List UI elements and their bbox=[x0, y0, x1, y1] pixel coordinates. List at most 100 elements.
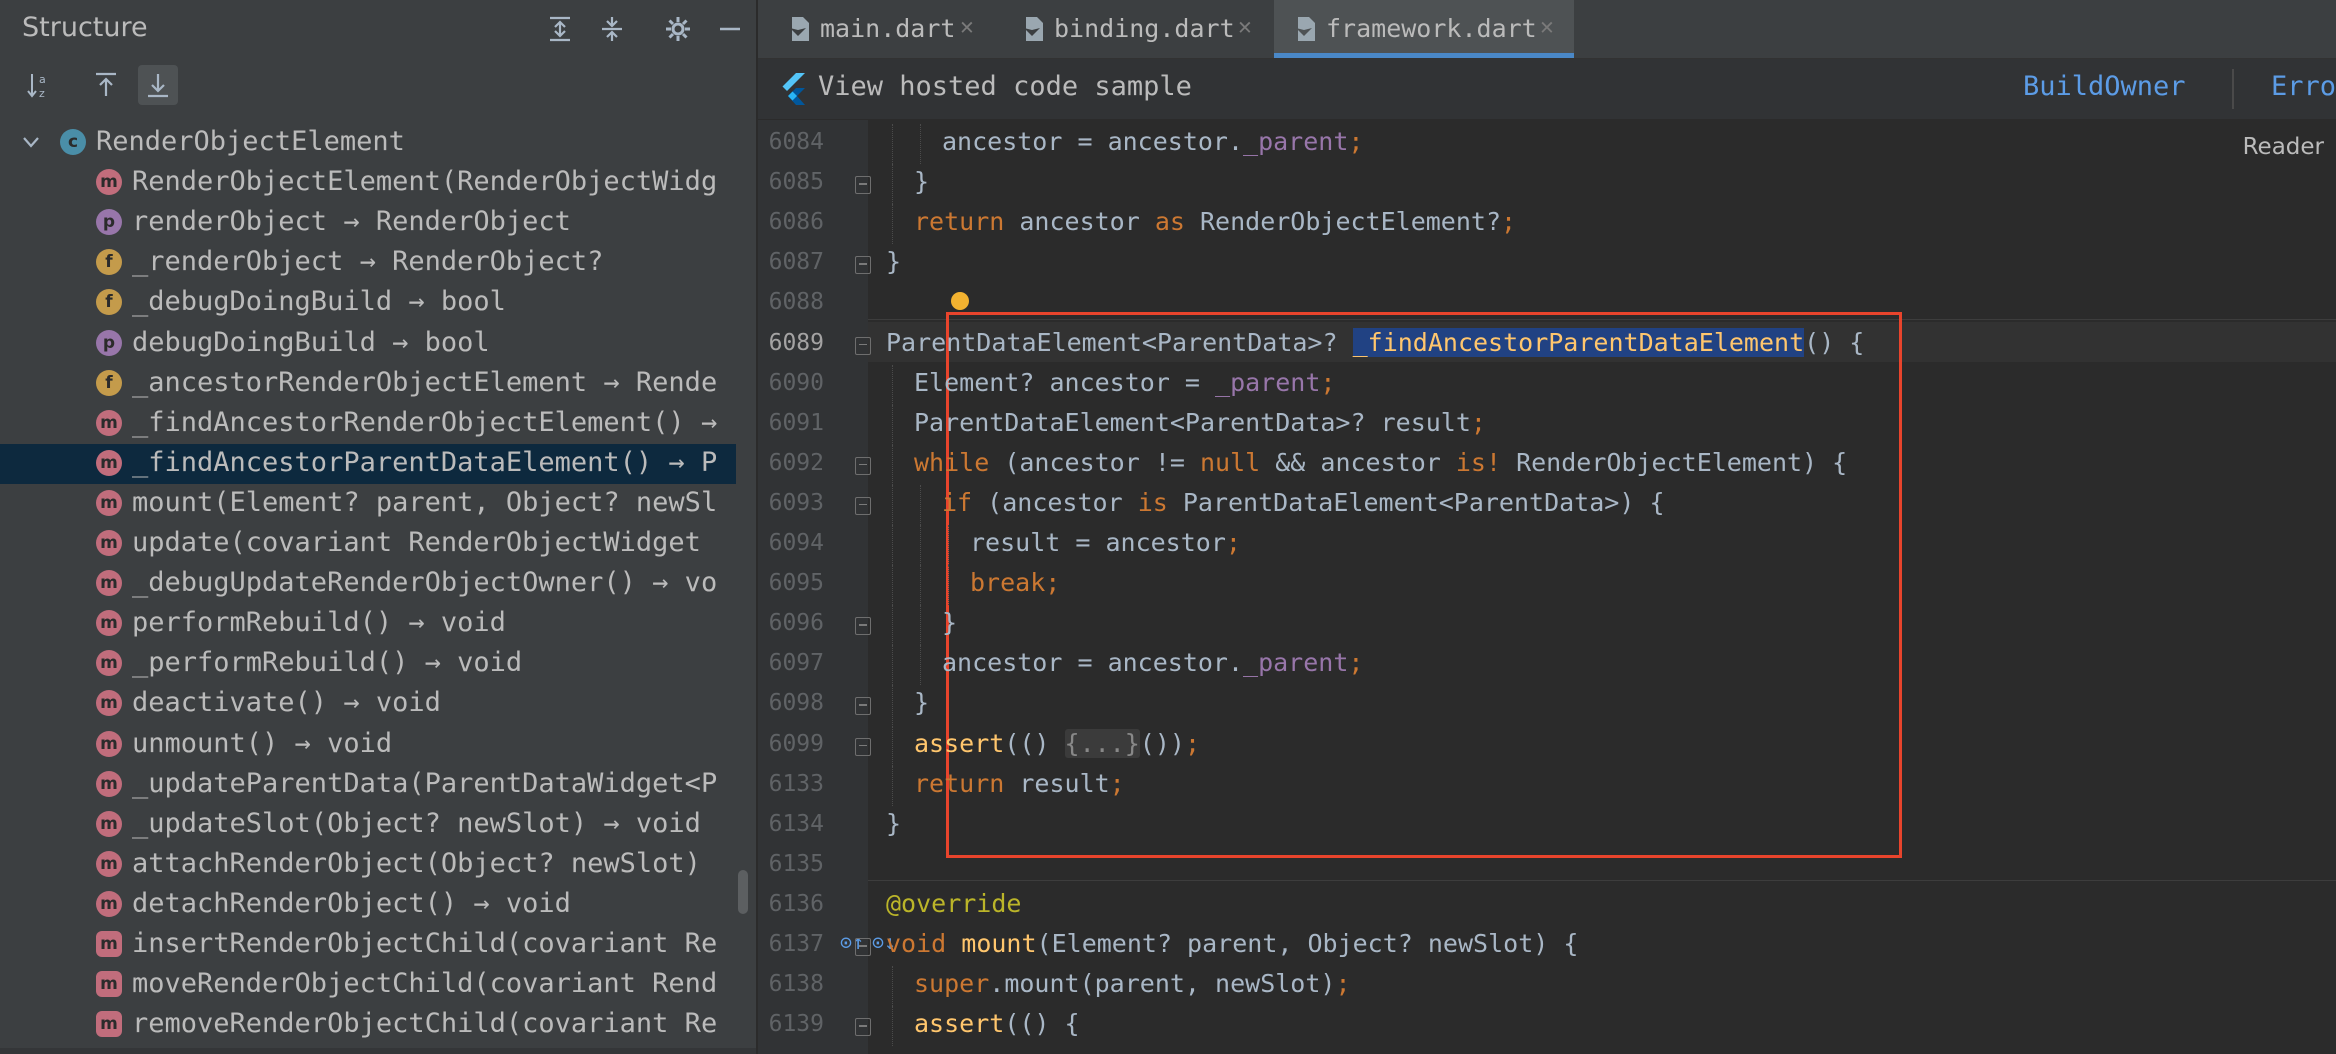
code-line[interactable]: } bbox=[914, 688, 929, 717]
structure-hscrollbar[interactable] bbox=[0, 1048, 756, 1054]
tree-item-label: renderObject → RenderObject bbox=[132, 206, 571, 238]
code-line[interactable]: } bbox=[942, 608, 957, 637]
collapse-all-icon[interactable] bbox=[594, 11, 630, 47]
indent-guide bbox=[948, 565, 950, 606]
lightbulb-icon[interactable] bbox=[951, 292, 969, 310]
show-inherited-icon[interactable] bbox=[86, 65, 126, 105]
method-icon: m bbox=[96, 730, 122, 757]
code-line[interactable]: ancestor = ancestor._parent; bbox=[942, 648, 1363, 677]
line-number: 6092 bbox=[768, 449, 824, 476]
tree-item[interactable]: m insertRenderObjectChild(covariant Re bbox=[0, 925, 736, 965]
class-icon: c bbox=[60, 129, 86, 155]
tree-item[interactable]: m _performRebuild() → void bbox=[0, 644, 736, 684]
tree-item-label: unmount() → void bbox=[132, 727, 393, 759]
tree-item[interactable]: m performRebuild() → void bbox=[0, 604, 736, 644]
minimize-icon[interactable] bbox=[712, 11, 748, 47]
fold-collapse-icon[interactable] bbox=[855, 938, 871, 956]
code-line[interactable]: } bbox=[886, 809, 901, 838]
tree-item[interactable]: m _findAncestorRenderObjectElement() → bbox=[0, 404, 736, 444]
tree-item-label: _ancestorRenderObjectElement → Rende bbox=[132, 366, 718, 398]
field-icon: f bbox=[96, 369, 122, 396]
code-line[interactable]: if (ancestor is ParentDataElement<Parent… bbox=[942, 488, 1665, 517]
tree-item[interactable]: m _debugUpdateRenderObjectOwner() → vo bbox=[0, 564, 736, 604]
code-line[interactable]: } bbox=[886, 247, 901, 276]
tab-main-dart[interactable]: main.dart ✕ bbox=[768, 0, 994, 58]
structure-scrollbar[interactable] bbox=[738, 870, 748, 914]
tree-item[interactable]: p debugDoingBuild → bool bbox=[0, 324, 736, 364]
tree-item[interactable]: m _updateSlot(Object? newSlot) → void bbox=[0, 805, 736, 845]
chevron-down-icon[interactable] bbox=[20, 129, 42, 160]
tree-item[interactable]: f _renderObject → RenderObject? bbox=[0, 243, 736, 283]
line-number: 6085 bbox=[768, 169, 824, 196]
tree-item-label: _updateSlot(Object? newSlot) → void bbox=[132, 807, 701, 839]
code-line[interactable]: return ancestor as RenderObjectElement?; bbox=[914, 207, 1516, 236]
close-icon[interactable]: ✕ bbox=[960, 14, 974, 40]
indent-guide bbox=[892, 364, 894, 405]
abstract-method-icon: m bbox=[96, 1011, 122, 1038]
line-number: 6096 bbox=[768, 610, 824, 637]
view-code-sample-link[interactable]: View hosted code sample bbox=[818, 71, 1192, 102]
gear-icon[interactable] bbox=[660, 11, 696, 47]
code-line[interactable]: assert(() { bbox=[914, 1009, 1080, 1038]
tree-item[interactable]: m RenderObjectElement(RenderObjectWidg bbox=[0, 163, 736, 203]
indent-guide bbox=[892, 484, 894, 525]
line-number: 6138 bbox=[768, 971, 824, 998]
fold-collapse-icon[interactable] bbox=[855, 617, 871, 636]
code-line[interactable]: ParentDataElement<ParentData>? result; bbox=[914, 408, 1486, 437]
svg-text:z: z bbox=[39, 87, 45, 100]
close-icon[interactable]: ✕ bbox=[1540, 14, 1554, 40]
tree-item[interactable]: p renderObject → RenderObject bbox=[0, 203, 736, 243]
tree-item[interactable]: m moveRenderObjectChild(covariant Rend bbox=[0, 965, 736, 1005]
tree-item[interactable]: m removeRenderObjectChild(covariant Re bbox=[0, 1005, 736, 1045]
code-line[interactable]: ancestor = ancestor._parent; bbox=[942, 127, 1363, 156]
tree-item[interactable]: m detachRenderObject() → void bbox=[0, 885, 736, 925]
structure-panel: Structure az c RenderObjectElement m Render… bbox=[0, 0, 756, 1054]
show-fields-icon[interactable] bbox=[138, 65, 178, 105]
fold-collapse-icon[interactable] bbox=[855, 256, 871, 275]
fold-collapse-icon[interactable] bbox=[855, 336, 871, 355]
code-line[interactable]: assert(() {...}()); bbox=[914, 728, 1200, 758]
code-line[interactable]: ParentDataElement<ParentData>? _findAnce… bbox=[886, 327, 1864, 357]
abstract-method-icon: m bbox=[96, 931, 122, 957]
indent-guide bbox=[948, 525, 950, 566]
code-line[interactable]: result = ancestor; bbox=[970, 528, 1241, 557]
code-line[interactable]: Element? ancestor = _parent; bbox=[914, 368, 1335, 397]
tree-item[interactable]: m unmount() → void bbox=[0, 725, 736, 765]
fold-collapse-icon[interactable] bbox=[855, 496, 871, 515]
expand-all-icon[interactable] bbox=[542, 11, 578, 47]
method-icon: m bbox=[96, 530, 122, 556]
code-line[interactable]: break; bbox=[970, 568, 1060, 597]
buildowner-link[interactable]: BuildOwner bbox=[2023, 71, 2186, 102]
tree-item[interactable]: m _updateParentData(ParentDataWidget<P bbox=[0, 765, 736, 805]
fold-collapse-icon[interactable] bbox=[855, 697, 871, 716]
fold-collapse-icon[interactable] bbox=[855, 176, 871, 195]
code-line[interactable]: super.mount(parent, newSlot); bbox=[914, 969, 1351, 998]
sort-alpha-icon[interactable]: az bbox=[20, 65, 60, 105]
tree-item[interactable]: m mount(Element? parent, Object? newSl bbox=[0, 484, 736, 524]
tree-item[interactable]: c RenderObjectElement bbox=[0, 123, 736, 163]
error-link[interactable]: Erro bbox=[2271, 71, 2336, 102]
code-line[interactable]: } bbox=[914, 167, 929, 196]
indent-guide bbox=[892, 124, 894, 165]
code-line[interactable]: void mount(Element? parent, Object? newS… bbox=[886, 929, 1578, 958]
tab-binding-dart[interactable]: binding.dart ✕ bbox=[1002, 0, 1272, 58]
fold-collapse-icon[interactable] bbox=[855, 1018, 871, 1037]
code-line[interactable]: return result; bbox=[914, 769, 1125, 798]
reader-mode-button[interactable]: Reader bbox=[2234, 132, 2336, 164]
tree-item[interactable]: m attachRenderObject(Object? newSlot) bbox=[0, 845, 736, 885]
code-line[interactable]: while (ancestor != null && ancestor is! … bbox=[914, 448, 1847, 477]
property-icon: p bbox=[96, 209, 122, 236]
fold-collapse-icon[interactable] bbox=[855, 456, 871, 475]
tree-item[interactable]: f _debugDoingBuild → bool bbox=[0, 283, 736, 323]
line-number: 6090 bbox=[768, 369, 824, 396]
code-line[interactable]: @override bbox=[886, 889, 1021, 918]
tree-item-label: _renderObject → RenderObject? bbox=[132, 246, 604, 278]
close-icon[interactable]: ✕ bbox=[1238, 14, 1252, 40]
tree-item[interactable]: m _findAncestorParentDataElement() → P bbox=[0, 443, 736, 484]
fold-expand-icon[interactable] bbox=[855, 737, 871, 756]
tree-item[interactable]: m update(covariant RenderObjectWidget bbox=[0, 524, 736, 564]
tree-item-label: RenderObjectElement bbox=[96, 126, 405, 157]
tree-item[interactable]: m deactivate() → void bbox=[0, 684, 736, 724]
tab-framework-dart[interactable]: framework.dart ✕ bbox=[1274, 0, 1574, 58]
tree-item[interactable]: f _ancestorRenderObjectElement → Rende bbox=[0, 364, 736, 404]
